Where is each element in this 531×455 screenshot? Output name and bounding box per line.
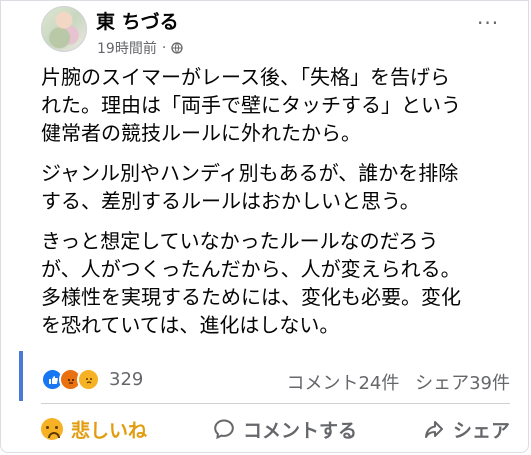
share-button[interactable]: シェア (423, 416, 510, 443)
comment-count-link[interactable]: コメント24件 (286, 373, 399, 394)
meta-separator: · (161, 40, 167, 56)
share-arrow-icon (424, 421, 443, 438)
post-paragraph: きっと想定していなかったルールなのだろう が、人がつくったんだから、人が変えられ… (41, 229, 461, 337)
author-avatar[interactable] (41, 6, 87, 52)
reaction-count: 329 (109, 369, 144, 390)
post-paragraph: 片腕のスイマーがレース後、「失格」を告げら れた。理由は「両手で壁にタッチする」… (41, 65, 461, 145)
comment-button[interactable]: コメントする (213, 416, 357, 443)
sad-face-icon (41, 418, 63, 440)
more-options-icon[interactable]: ··· (477, 11, 499, 35)
globe-icon (171, 42, 183, 54)
comment-button-label: コメントする (242, 419, 357, 442)
reaction-summary[interactable]: 329 (41, 368, 143, 391)
comment-bubble-icon (214, 419, 234, 440)
action-divider (41, 403, 510, 404)
sad-reaction-icon (77, 368, 100, 391)
post-card: 東 ちづる 19時間前 · ··· 片腕のスイマーがレース後、「失格」を告げら … (0, 0, 529, 453)
post-paragraph: ジャンル別やハンディ別もあるが、誰かを排除 する、差別するルールはおかしいと思う… (41, 161, 459, 213)
post-body: 片腕のスイマーがレース後、「失格」を告げら れた。理由は「両手で壁にタッチする」… (41, 63, 511, 351)
comment-focus-rule (19, 351, 23, 401)
sad-reaction-button[interactable]: 悲しいね (41, 416, 147, 443)
action-bar: 悲しいね コメントする シェア (41, 411, 510, 447)
post-time[interactable]: 19時間前 (97, 38, 157, 58)
share-button-label: シェア (452, 419, 510, 442)
share-count-link[interactable]: シェア39件 (415, 373, 510, 394)
reaction-button-label: 悲しいね (71, 419, 148, 442)
author-name[interactable]: 東 ちづる (96, 7, 179, 34)
post-meta: 19時間前 · (97, 38, 183, 58)
engagement-counts: コメント24件 シェア39件 (286, 369, 510, 395)
